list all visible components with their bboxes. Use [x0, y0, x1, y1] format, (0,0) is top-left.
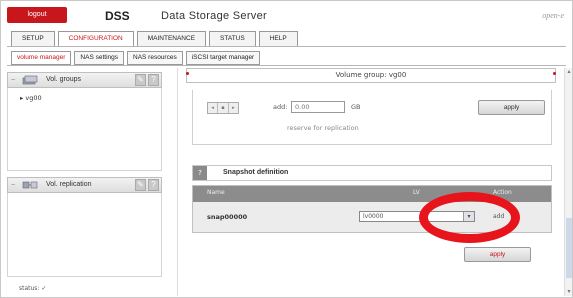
column-header-lv: LV [413, 189, 420, 196]
scrollbar-thumb[interactable] [566, 218, 572, 278]
logout-button[interactable]: logout [7, 7, 67, 23]
stepper-mid-icon[interactable]: ▪ [218, 103, 229, 113]
stepper-minus-icon[interactable]: ◂ [208, 103, 219, 113]
apply-button[interactable]: apply [478, 100, 545, 115]
collapse-icon[interactable]: − [11, 74, 15, 88]
scroll-down-icon[interactable]: ▾ [565, 288, 573, 296]
status-indicator: status: ✓ [19, 285, 47, 292]
help-icon[interactable]: ? [193, 166, 207, 180]
vol-replication-body [7, 193, 162, 277]
subtab-volume-manager[interactable]: volume manager [11, 51, 72, 65]
bullet-icon: ▸ [20, 94, 24, 102]
tab-maintenance[interactable]: MAINTENANCE [136, 31, 207, 46]
reserve-hint: reserve for replication [287, 124, 359, 132]
add-size-input[interactable] [291, 101, 345, 113]
vendor-logo: open-e [542, 11, 564, 20]
help-icon[interactable]: ? [148, 179, 159, 191]
vol-replication-title: Vol. replication [46, 181, 92, 188]
vol-groups-list: ▸ vg00 [7, 88, 162, 171]
scrollbar[interactable]: ▴ ▾ [564, 68, 572, 296]
subtab-nas-settings[interactable]: NAS settings [74, 51, 124, 65]
main-content: Volume group: vg00 ◂ ▪ ▸ add: GB reserve… [177, 68, 572, 296]
highlight-annotation-circle [419, 192, 520, 243]
lv-select-value: lv0000 [363, 213, 384, 220]
edit-icon[interactable]: ✎ [135, 74, 146, 86]
tab-setup[interactable]: SETUP [11, 31, 55, 46]
main-tab-divider [7, 46, 566, 47]
corner-marker-icon [186, 72, 189, 75]
replication-icon [22, 181, 38, 189]
tab-configuration[interactable]: CONFIGURATION [57, 31, 134, 46]
vol-replication-header[interactable]: − Vol. replication ✎ ? [7, 177, 162, 193]
size-stepper[interactable]: ◂ ▪ ▸ [207, 102, 239, 114]
column-header-name: Name [207, 189, 225, 196]
snapshot-definition-title: Snapshot definition [223, 169, 289, 176]
app-window: logout DSS Data Storage Server open-e SE… [0, 0, 573, 298]
tab-status[interactable]: STATUS [209, 31, 256, 46]
volume-group-bar: Volume group: vg00 [186, 68, 556, 83]
list-item[interactable]: ▸ vg00 [20, 94, 42, 102]
snapshot-definition-header[interactable]: ? Snapshot definition [192, 165, 552, 181]
add-label: add: [273, 103, 288, 111]
collapse-icon[interactable]: − [11, 179, 15, 193]
brand-subtitle: Data Storage Server [161, 10, 267, 22]
snapshot-name: snap00000 [207, 213, 248, 221]
vol-groups-title: Vol. groups [46, 76, 82, 83]
sub-tabs: volume manager NAS settings NAS resource… [11, 51, 261, 65]
subtab-nas-resources[interactable]: NAS resources [127, 51, 183, 65]
scroll-up-icon[interactable]: ▴ [565, 68, 573, 76]
edit-icon[interactable]: ✎ [135, 179, 146, 191]
brand-logo: DSS [105, 9, 130, 23]
tab-help[interactable]: HELP [258, 31, 298, 46]
stepper-plus-icon[interactable]: ▸ [229, 103, 238, 113]
sub-tab-divider [7, 65, 566, 66]
subtab-iscsi-target-manager[interactable]: iSCSI target manager [185, 51, 261, 65]
main-tabs: SETUP CONFIGURATION MAINTENANCE STATUS H… [11, 31, 298, 46]
replication-reserve-box: ◂ ▪ ▸ add: GB reserve for replication ap… [192, 90, 552, 145]
vol-groups-header[interactable]: − Vol. groups ✎ ? [7, 72, 162, 88]
volume-group-label: Volume group: vg00 [335, 71, 407, 79]
disk-group-icon [22, 75, 38, 85]
snapshot-apply-button[interactable]: apply [464, 247, 531, 262]
help-icon[interactable]: ? [148, 74, 159, 86]
corner-marker-icon [553, 72, 556, 75]
unit-label: GB [351, 103, 361, 111]
vol-group-item-label: vg00 [25, 94, 42, 102]
